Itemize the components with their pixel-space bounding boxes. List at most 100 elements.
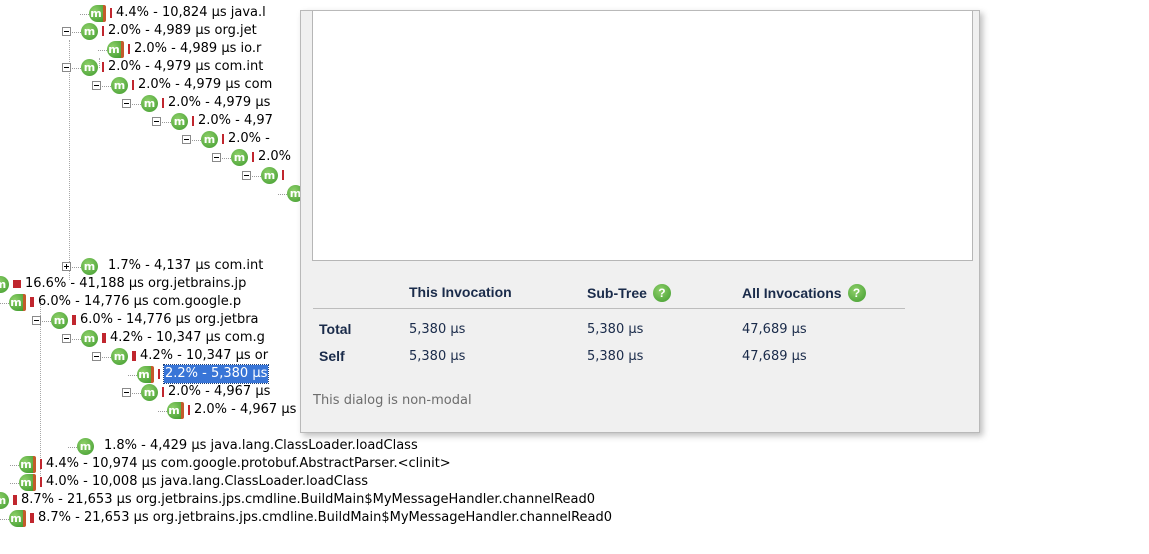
self-all-invocations: 47,689 µs bbox=[742, 349, 807, 364]
tree-row[interactable]: m 6.0% - 14,776 µs com.google.p bbox=[0, 293, 241, 311]
tree-row[interactable]: m bbox=[242, 166, 288, 184]
tree-connector bbox=[72, 31, 81, 33]
tree-row[interactable]: m 2.0% - 4,989 µs org.jet bbox=[62, 22, 257, 40]
tree-row[interactable]: m 8.7% - 21,653 µs org.jetbrains.jps.cmd… bbox=[0, 509, 612, 527]
tree-row-label: 2.0% - 4,967 µs bbox=[168, 384, 271, 399]
tree-connector bbox=[0, 302, 9, 304]
collapse-icon[interactable] bbox=[62, 26, 71, 36]
tree-connector bbox=[98, 49, 107, 51]
method-icon: m bbox=[81, 22, 98, 40]
hotness-bar bbox=[252, 152, 254, 162]
collapse-icon[interactable] bbox=[62, 333, 71, 343]
tree-row[interactable]: m 2.0% bbox=[212, 148, 291, 166]
tree-connector bbox=[42, 320, 51, 322]
tree-row[interactable]: m 8.7% - 21,653 µs org.jetbrains.jps.cmd… bbox=[0, 491, 595, 509]
collapse-icon[interactable] bbox=[92, 351, 101, 361]
hotness-bar bbox=[188, 405, 190, 415]
tree-row[interactable]: m 4.2% - 10,347 µs com.g bbox=[62, 329, 265, 347]
tree-row[interactable]: m 16.6% - 41,188 µs org.jetbrains.jp bbox=[0, 275, 246, 293]
tree-row-label: 6.0% - 14,776 µs org.jetbra bbox=[80, 312, 259, 327]
collapse-icon[interactable] bbox=[92, 80, 101, 90]
tree-row[interactable]: m 6.0% - 14,776 µs org.jetbra bbox=[32, 311, 259, 329]
hotness-bar bbox=[72, 315, 76, 325]
tree-row-label: 2.0% - 4,97 bbox=[198, 113, 273, 128]
tree-row-label: 4.4% - 10,824 µs java.l bbox=[116, 5, 266, 20]
tree-row[interactable]: m 4.2% - 10,347 µs or bbox=[92, 347, 268, 365]
tree-row-label: 1.8% - 4,429 µs java.lang.ClassLoader.lo… bbox=[104, 438, 418, 453]
collapse-icon[interactable] bbox=[182, 134, 191, 144]
method-icon: m bbox=[9, 293, 26, 311]
column-this-invocation-label: This Invocation bbox=[409, 284, 512, 300]
tree-row-label: 6.0% - 14,776 µs com.google.p bbox=[38, 294, 242, 309]
hotness-bar bbox=[30, 297, 34, 307]
collapse-icon[interactable] bbox=[152, 116, 161, 126]
tree-connector bbox=[192, 139, 201, 141]
tree-row-label: 4.0% - 10,008 µs java.lang.ClassLoader.l… bbox=[46, 474, 369, 489]
tree-row[interactable]: m 1.8% - 4,429 µs java.lang.ClassLoader.… bbox=[68, 437, 418, 455]
method-icon: m bbox=[141, 383, 158, 401]
tree-row[interactable]: m 2.0% - bbox=[182, 130, 270, 148]
hotness-bar bbox=[162, 98, 164, 108]
collapse-icon[interactable] bbox=[212, 152, 221, 162]
tree-row-label: 1.7% - 4,137 µs com.int bbox=[108, 258, 264, 273]
method-icon: m bbox=[107, 40, 124, 58]
tree-guide bbox=[69, 40, 70, 280]
method-icon: m bbox=[261, 166, 278, 184]
hotness-bar bbox=[102, 333, 106, 343]
tree-connector bbox=[72, 266, 81, 268]
tree-connector bbox=[10, 482, 19, 484]
tree-connector bbox=[278, 193, 287, 195]
hotness-bar bbox=[222, 134, 224, 144]
tree-row[interactable]: m 2.0% - 4,97 bbox=[152, 112, 273, 130]
collapse-icon[interactable] bbox=[62, 62, 71, 72]
self-sub-tree: 5,380 µs bbox=[587, 349, 644, 364]
tree-row[interactable]: m 2.0% - 4,979 µs com.int bbox=[62, 58, 263, 76]
tree-row[interactable]: m 1.7% - 4,137 µs com.int bbox=[62, 257, 263, 275]
help-icon[interactable]: ? bbox=[652, 284, 671, 302]
method-icon: m bbox=[77, 437, 94, 455]
tree-connector bbox=[162, 121, 171, 123]
details-pane bbox=[312, 11, 973, 261]
method-icon: m bbox=[111, 347, 128, 365]
tree-row[interactable]: m 4.4% - 10,974 µs com.google.protobuf.A… bbox=[10, 455, 451, 473]
method-icon: m bbox=[171, 112, 188, 130]
help-icon[interactable]: ? bbox=[847, 284, 866, 302]
total-sub-tree: 5,380 µs bbox=[587, 322, 644, 337]
method-icon: m bbox=[81, 58, 98, 76]
column-sub-tree: Sub-Tree ? bbox=[587, 284, 671, 302]
hotness-bar bbox=[282, 170, 284, 180]
tree-connector bbox=[0, 518, 9, 520]
expand-icon[interactable] bbox=[62, 261, 71, 271]
method-icon: m bbox=[167, 401, 184, 419]
method-icon: m bbox=[9, 509, 26, 527]
tree-connector bbox=[222, 157, 231, 159]
tree-row[interactable]: m 2.0% - 4,967 µs bbox=[122, 383, 270, 401]
tree-row[interactable]: m 4.0% - 10,008 µs java.lang.ClassLoader… bbox=[10, 473, 368, 491]
tree-row-label: 4.4% - 10,974 µs com.google.protobuf.Abs… bbox=[46, 456, 451, 471]
tree-connector bbox=[72, 67, 81, 69]
tree-connector bbox=[72, 338, 81, 340]
method-icon: m bbox=[19, 455, 36, 473]
tree-row-label: 8.7% - 21,653 µs org.jetbrains.jps.cmdli… bbox=[38, 510, 613, 525]
tree-row[interactable]: m 2.0% - 4,989 µs io.r bbox=[98, 40, 261, 58]
tree-row[interactable]: m 2.0% - 4,979 µs bbox=[122, 94, 270, 112]
hotness-bar bbox=[102, 62, 104, 72]
invocation-details-popup[interactable]: This Invocation Sub-Tree ? All Invocatio… bbox=[300, 10, 980, 433]
hotness-bar bbox=[128, 44, 130, 54]
tree-row[interactable]: m 2.0% - 4,979 µs com bbox=[92, 76, 272, 94]
tree-row-label: 2.0% - bbox=[228, 131, 270, 146]
hotness-bar bbox=[40, 477, 42, 487]
collapse-icon[interactable] bbox=[122, 387, 131, 397]
tree-connector bbox=[158, 410, 167, 412]
column-all-invocations: All Invocations ? bbox=[742, 284, 866, 302]
collapse-icon[interactable] bbox=[32, 315, 41, 325]
row-total-label: Total bbox=[319, 321, 352, 337]
collapse-icon[interactable] bbox=[242, 170, 251, 180]
tree-row-selected[interactable]: m 2.2% - 5,380 µs bbox=[128, 364, 270, 384]
hotness-bar bbox=[110, 8, 112, 18]
hotness-bar bbox=[162, 387, 164, 397]
tree-row[interactable]: m 4.4% - 10,824 µs java.l bbox=[80, 4, 266, 22]
non-modal-note: This dialog is non-modal bbox=[313, 393, 472, 408]
method-icon: m bbox=[201, 130, 218, 148]
collapse-icon[interactable] bbox=[122, 98, 131, 108]
